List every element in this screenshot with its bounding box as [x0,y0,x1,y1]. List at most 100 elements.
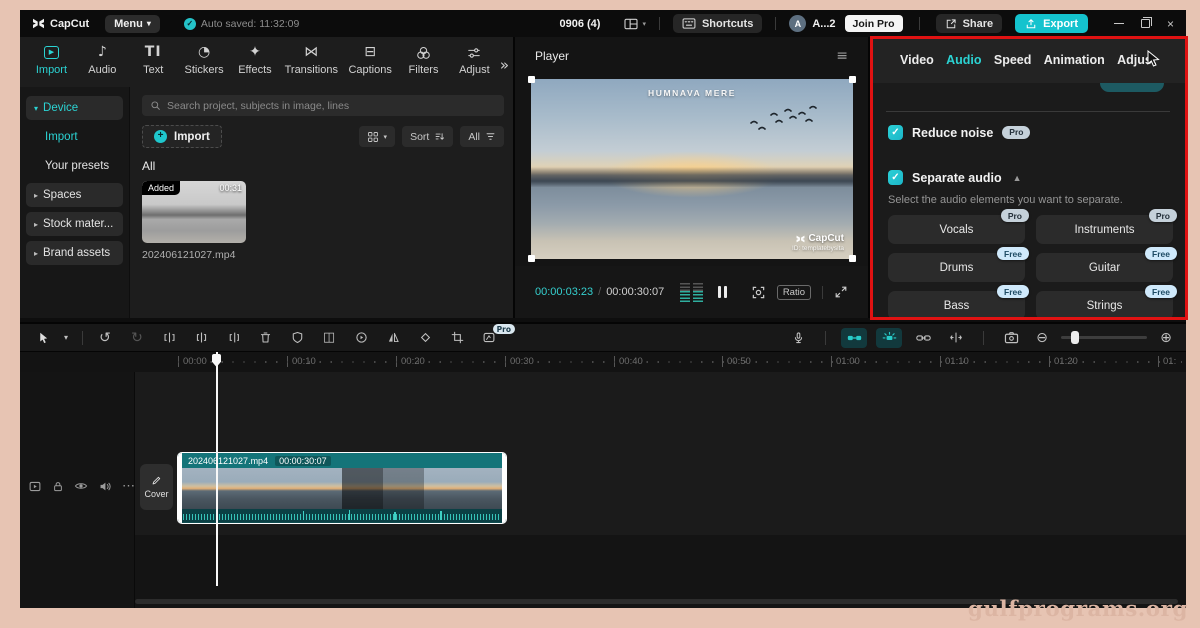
close-button[interactable]: × [1167,18,1174,30]
split-button[interactable] [185,331,217,344]
import-media-button[interactable]: + Import [142,125,222,148]
layout-switcher[interactable]: ▾ [624,18,646,30]
avatar[interactable]: A [789,15,806,32]
redo-button[interactable]: ↻ [121,330,153,346]
mask-button[interactable] [281,331,313,344]
mute-track-icon[interactable] [98,480,112,493]
speed-button[interactable] [345,331,377,344]
share-button[interactable]: Share [936,14,1003,33]
selection-handle[interactable] [528,76,535,83]
video-clip[interactable]: 202406121027.mp4 00:00:30:07 [177,452,507,524]
more-options-icon[interactable]: ⋯ [122,478,136,494]
restore-button[interactable] [1141,19,1150,28]
sidebar-item-spaces[interactable]: ▸Spaces [26,183,123,207]
tab-speed[interactable]: Speed [994,53,1032,67]
selection-handle[interactable] [849,255,856,262]
sidebar-label: Your presets [45,160,109,172]
delete-button[interactable] [249,331,281,344]
lock-track-icon[interactable] [52,480,64,493]
free-badge: Free [997,285,1029,298]
media-thumbnail[interactable]: Added 00:31 [142,181,246,243]
mirror-button[interactable] [377,331,409,344]
element-button-instruments[interactable]: InstrumentsPro [1036,215,1173,244]
selection-handle[interactable] [849,76,856,83]
sidebar-item-your-presets[interactable]: Your presets [26,154,123,178]
video-track-icon[interactable] [28,480,42,493]
zoom-slider-handle[interactable] [1071,331,1079,344]
focus-frame-icon[interactable] [751,285,766,300]
player-menu-icon[interactable]: ≡ [836,48,848,64]
join-pro-button[interactable]: Join Pro [845,15,903,32]
more-tabs-chevron-icon[interactable]: » [500,56,509,74]
element-button-vocals[interactable]: VocalsPro [888,215,1025,244]
minimize-button[interactable] [1114,23,1124,25]
tab-animation[interactable]: Animation [1044,53,1105,67]
account-area[interactable]: A A...2 [789,15,835,32]
element-button-guitar[interactable]: GuitarFree [1036,253,1173,282]
preview-quality-button[interactable] [999,331,1023,344]
search-bar[interactable] [142,95,504,116]
sidebar-item-stock-materials[interactable]: ▸Stock mater... [26,212,123,236]
record-voiceover-button[interactable] [786,331,810,345]
reduce-noise-checkbox[interactable]: ✓ [888,125,903,140]
element-button-bass[interactable]: BassFree [888,291,1025,320]
sort-button[interactable]: Sort [402,126,453,147]
playhead[interactable] [216,352,218,586]
menu-button[interactable]: Menu ▾ [105,15,160,33]
cover-button[interactable]: Cover [140,464,173,510]
media-card[interactable]: Added 00:31 202406121027.mp4 [142,181,246,261]
selection-handle[interactable] [528,255,535,262]
timecode-divider: / [598,286,601,298]
magnetic-snap-toggle[interactable] [876,328,902,348]
element-button-drums[interactable]: DrumsFree [888,253,1025,282]
tab-audio[interactable]: ♪Audio [77,42,128,76]
sidebar-item-device[interactable]: ▾Device [26,96,123,120]
toggle-visibility-icon[interactable] [74,480,88,492]
rotate-button[interactable] [409,331,441,344]
ratio-button[interactable]: Ratio [777,285,811,300]
tab-filters[interactable]: Filters [398,42,449,76]
export-button[interactable]: Export [1015,14,1088,33]
link-clips-toggle[interactable] [841,328,867,348]
shortcuts-button[interactable]: Shortcuts [673,14,762,33]
timeline-ruler[interactable]: 00:00 00:10 00:20 00:30 00:40 00:50 01:0… [20,352,1186,372]
tab-audio[interactable]: Audio [946,53,981,67]
overlay-button[interactable]: ◫ [313,330,345,345]
pause-button[interactable] [718,286,727,298]
tab-effects[interactable]: ✦Effects [230,42,281,76]
tab-video[interactable]: Video [900,53,934,67]
tab-transitions[interactable]: ⋈Transitions [280,42,342,76]
video-frame: HUMNAVA MERE CapCut ID: templatebysita [531,79,853,259]
ai-edit-button[interactable]: Pro [473,331,505,344]
undo-button[interactable]: ↺ [89,330,121,346]
split-right-button[interactable] [217,331,249,344]
video-watermark: CapCut ID: templatebysita [792,233,844,252]
search-input[interactable] [167,100,496,112]
zoom-out-button[interactable]: ⊖ [1032,330,1052,346]
tab-captions[interactable]: ⊟Captions [342,42,398,76]
element-label: Strings [1087,300,1123,312]
filter-all-button[interactable]: All [460,126,504,147]
grid-view-button[interactable]: ▾ [359,126,396,147]
tab-import[interactable]: ▶Import [26,42,77,76]
separate-audio-checkbox[interactable]: ✓ [888,170,903,185]
export-label: Export [1043,18,1078,30]
free-badge: Free [1145,285,1177,298]
fullscreen-icon[interactable] [834,285,848,299]
sidebar-item-brand-assets[interactable]: ▸Brand assets [26,241,123,265]
sidebar-item-import[interactable]: Import [26,125,123,149]
tab-adjust[interactable]: Adjust [449,42,500,76]
linked-adjust-button[interactable] [911,333,935,343]
element-button-strings[interactable]: StringsFree [1036,291,1173,320]
split-left-button[interactable] [153,331,185,344]
timeline-zoom-slider[interactable] [1061,336,1147,339]
select-tool[interactable] [30,331,56,345]
crop-button[interactable] [441,331,473,344]
collapse-caret-icon[interactable]: ▲ [1013,173,1022,183]
tab-stickers[interactable]: ◔Stickers [179,42,230,76]
tab-text[interactable]: TIText [128,42,179,76]
select-tool-chevron-icon[interactable]: ▾ [56,333,76,342]
zoom-in-button[interactable]: ⊕ [1156,330,1176,346]
import-button-label: Import [174,131,210,143]
split-handles-button[interactable] [944,331,968,344]
